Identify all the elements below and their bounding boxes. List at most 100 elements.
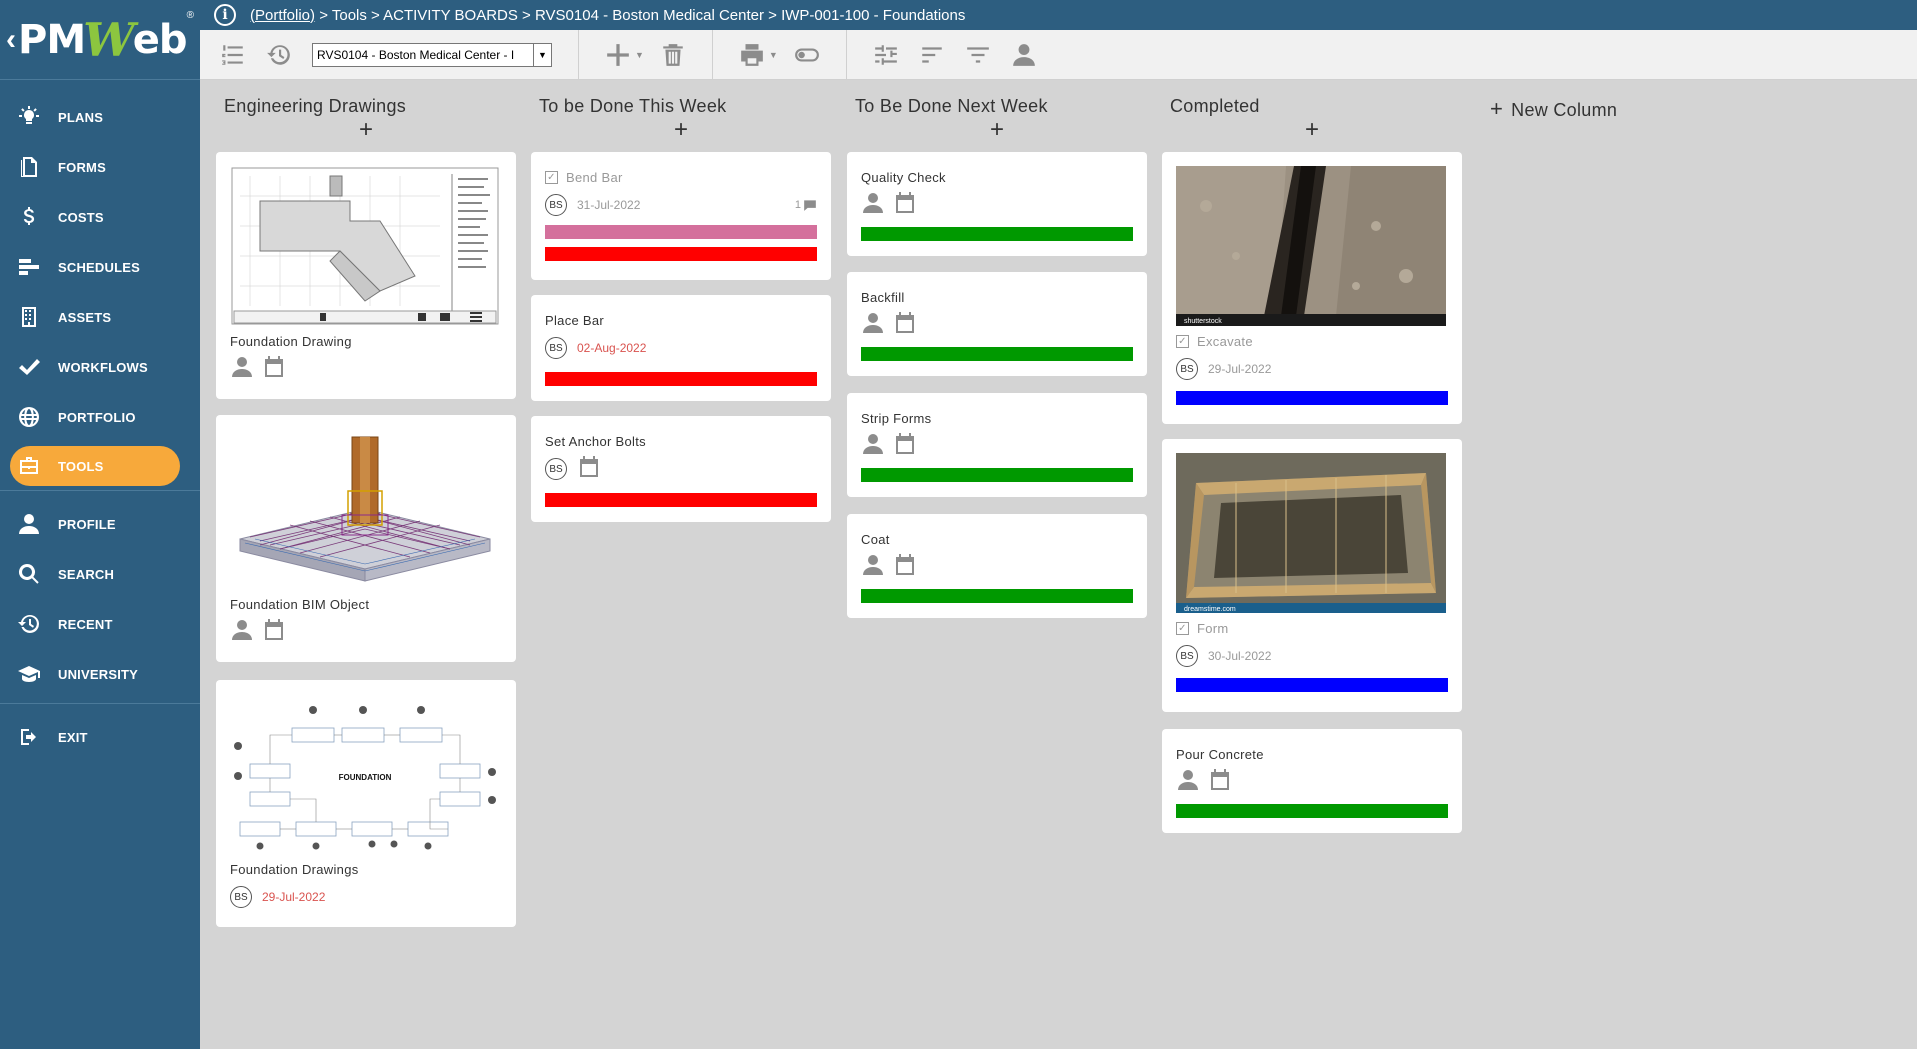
assign-person-icon[interactable] xyxy=(861,553,885,582)
filter-button[interactable] xyxy=(963,40,993,70)
nav-item-workflows[interactable]: WORKFLOWS xyxy=(0,342,200,392)
toggle-icon xyxy=(794,48,819,61)
new-column-button[interactable]: + New Column xyxy=(1490,96,1617,122)
nav-item-tools[interactable]: TOOLS xyxy=(10,446,180,486)
add-card-button[interactable]: + xyxy=(1162,118,1462,142)
calendar-icon[interactable] xyxy=(577,455,601,484)
completed-checkbox[interactable]: ✓ xyxy=(1176,335,1189,348)
nav-item-costs[interactable]: COSTS xyxy=(0,192,200,242)
completed-checkbox[interactable]: ✓ xyxy=(545,171,558,184)
check-icon xyxy=(16,354,42,380)
card-excavate[interactable]: shutterstock ✓ Excavate BS 29-Jul-2022 xyxy=(1162,152,1462,424)
card-foundation-drawings[interactable]: FOUNDATION Foundation Drawings BS 29-Jul… xyxy=(216,680,516,927)
add-card-button[interactable]: + xyxy=(531,118,831,142)
toggle-button[interactable] xyxy=(792,40,822,70)
add-card-button[interactable]: + xyxy=(216,118,516,142)
settings-sliders-button[interactable] xyxy=(871,40,901,70)
pmweb-logo[interactable]: ‹ PM W eb ® xyxy=(0,0,200,80)
card-place-bar[interactable]: Place Bar BS 02-Aug-2022 xyxy=(531,295,831,401)
card-meta xyxy=(861,553,1133,582)
card-foundation-drawing[interactable]: Foundation Drawing xyxy=(216,152,516,399)
completed-checkbox[interactable]: ✓ xyxy=(1176,622,1189,635)
numbered-list-button[interactable] xyxy=(218,40,248,70)
logo-registered: ® xyxy=(186,10,194,21)
calendar-icon[interactable] xyxy=(893,191,917,220)
assign-person-icon[interactable] xyxy=(861,311,885,340)
card-title: Pour Concrete xyxy=(1176,747,1264,762)
nav-item-assets[interactable]: ASSETS xyxy=(0,292,200,342)
user-button[interactable] xyxy=(1009,40,1039,70)
add-card-button[interactable]: + xyxy=(847,118,1147,142)
assign-person-icon[interactable] xyxy=(861,432,885,461)
caret-down-icon[interactable]: ▼ xyxy=(533,43,551,66)
history-icon xyxy=(267,44,290,65)
card-title-row: ✓ Bend Bar xyxy=(545,170,817,185)
assignee-avatar[interactable]: BS xyxy=(230,886,252,908)
assignee-avatar[interactable]: BS xyxy=(545,458,567,480)
caret-down-icon[interactable]: ▼ xyxy=(769,50,778,60)
card-backfill[interactable]: Backfill xyxy=(847,272,1147,376)
nav-label: EXIT xyxy=(58,729,88,745)
assignee-avatar[interactable]: BS xyxy=(1176,358,1198,380)
card-title: Form xyxy=(1197,621,1229,636)
card-bend-bar[interactable]: ✓ Bend Bar BS 31-Jul-2022 1 xyxy=(531,152,831,280)
nav-main: PLANS FORMS COSTS SCHEDULES ASSETS WORKF… xyxy=(0,80,200,486)
card-foundation-bim-object[interactable]: Foundation BIM Object xyxy=(216,415,516,662)
numbered-list-icon xyxy=(222,44,243,65)
card-pour-concrete[interactable]: Pour Concrete xyxy=(1162,729,1462,833)
chevron-left-icon[interactable]: ‹ xyxy=(6,23,16,57)
card-meta: BS 02-Aug-2022 xyxy=(545,336,817,360)
person-icon xyxy=(1013,43,1035,66)
assign-person-icon[interactable] xyxy=(1176,768,1200,797)
bulb-icon xyxy=(16,104,42,130)
card-title: Excavate xyxy=(1197,334,1253,349)
card-quality-check[interactable]: Quality Check xyxy=(847,152,1147,256)
nav-item-plans[interactable]: PLANS xyxy=(0,92,200,142)
dollar-icon xyxy=(16,204,42,230)
assign-person-icon[interactable] xyxy=(861,191,885,220)
card-set-anchor-bolts[interactable]: Set Anchor Bolts BS xyxy=(531,416,831,522)
nav-item-search[interactable]: SEARCH xyxy=(0,549,200,599)
calendar-icon[interactable] xyxy=(262,355,286,384)
card-strip-forms[interactable]: Strip Forms xyxy=(847,393,1147,497)
card-form[interactable]: dreamstime.com ✓ Form BS 30-Jul-2022 xyxy=(1162,439,1462,712)
label-bar-red xyxy=(545,493,817,507)
nav-item-exit[interactable]: EXIT xyxy=(0,712,200,762)
calendar-icon[interactable] xyxy=(1208,768,1232,797)
delete-button[interactable] xyxy=(658,40,688,70)
nav-item-schedules[interactable]: SCHEDULES xyxy=(0,242,200,292)
card-meta xyxy=(861,432,1133,461)
assignee-avatar[interactable]: BS xyxy=(545,337,567,359)
card-coat[interactable]: Coat xyxy=(847,514,1147,618)
nav-item-university[interactable]: UNIVERSITY xyxy=(0,649,200,699)
nav-item-forms[interactable]: FORMS xyxy=(0,142,200,192)
info-icon[interactable]: i xyxy=(214,4,236,26)
diagram-label: FOUNDATION xyxy=(339,773,392,782)
assign-person-icon[interactable] xyxy=(230,618,254,647)
calendar-icon[interactable] xyxy=(893,553,917,582)
add-button[interactable] xyxy=(603,40,633,70)
undo-history-button[interactable] xyxy=(264,40,294,70)
nav-label: PORTFOLIO xyxy=(58,409,136,425)
caret-down-icon[interactable]: ▼ xyxy=(635,50,644,60)
calendar-icon[interactable] xyxy=(893,311,917,340)
nav-item-profile[interactable]: PROFILE xyxy=(0,499,200,549)
label-bar-blue xyxy=(1176,391,1448,405)
calendar-icon[interactable] xyxy=(262,618,286,647)
assignee-avatar[interactable]: BS xyxy=(1176,645,1198,667)
assignee-avatar[interactable]: BS xyxy=(545,194,567,216)
nav-divider xyxy=(0,490,200,491)
comments-count[interactable]: 1 xyxy=(795,198,817,212)
card-title: Place Bar xyxy=(545,313,605,328)
nav-item-recent[interactable]: RECENT xyxy=(0,599,200,649)
nav-item-portfolio[interactable]: PORTFOLIO xyxy=(0,392,200,442)
column-title: To be Done This Week xyxy=(539,96,727,116)
print-button[interactable] xyxy=(737,40,767,70)
card-meta: BS 31-Jul-2022 1 xyxy=(545,193,817,217)
history-icon xyxy=(16,611,42,637)
project-select[interactable]: RVS0104 - Boston Medical Center - I ▼ xyxy=(312,42,552,67)
calendar-icon[interactable] xyxy=(893,432,917,461)
assign-person-icon[interactable] xyxy=(230,355,254,384)
breadcrumb-portfolio-link[interactable]: (Portfolio) xyxy=(250,7,315,24)
sort-button[interactable] xyxy=(917,40,947,70)
